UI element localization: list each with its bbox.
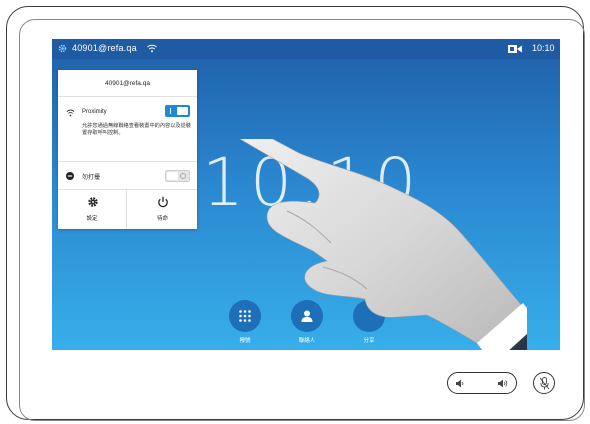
proximity-label: Proximity (82, 109, 107, 115)
standby-label: 待命 (156, 216, 168, 222)
wifi-icon (66, 109, 75, 117)
control-panel: 40901@refa.qa Proximity 允許您通過無線聯絡查看裝置中的內… (58, 70, 197, 229)
minus-circle-icon (66, 172, 74, 180)
status-bar: 40901@refa.qa 10:10 (52, 39, 560, 59)
do-not-disturb-row: 勿打擾 (58, 162, 197, 190)
proximity-toggle[interactable] (165, 105, 190, 117)
status-host[interactable]: 40901@refa.qa (72, 43, 137, 53)
toggle-off-mark (180, 173, 186, 179)
proximity-description: 允許您通過無線聯絡查看裝置中的內容以及從裝置存取呼叫控制。 (82, 123, 191, 136)
gear-icon[interactable] (57, 43, 68, 54)
status-clock: 10:10 (532, 43, 555, 53)
mic-mute-icon (539, 377, 550, 390)
toggle-on-mark (170, 108, 171, 114)
settings-button[interactable]: 設定 (58, 190, 127, 229)
power-icon (158, 196, 168, 208)
gear-icon (88, 197, 98, 207)
do-not-disturb-toggle[interactable] (165, 170, 190, 182)
touch-screen: 40901@refa.qa 10:10 10:10 40901@refa.qa … (52, 39, 560, 350)
standby-button[interactable]: 待命 (128, 190, 197, 229)
camera-icon (508, 45, 522, 53)
pointing-hand-illustration (239, 139, 527, 350)
settings-label: 設定 (86, 216, 98, 222)
volume-down-icon[interactable] (456, 379, 464, 388)
wifi-icon (147, 44, 157, 53)
volume-up-icon[interactable] (498, 379, 508, 388)
toggle-knob (167, 172, 178, 180)
toggle-knob (177, 107, 188, 115)
volume-control (447, 372, 517, 394)
panel-header: 40901@refa.qa (58, 70, 197, 97)
proximity-row: Proximity 允許您通過無線聯絡查看裝置中的內容以及從裝置存取呼叫控制。 (58, 97, 197, 162)
do-not-disturb-label: 勿打擾 (82, 175, 101, 181)
mic-mute-button[interactable] (533, 372, 555, 394)
